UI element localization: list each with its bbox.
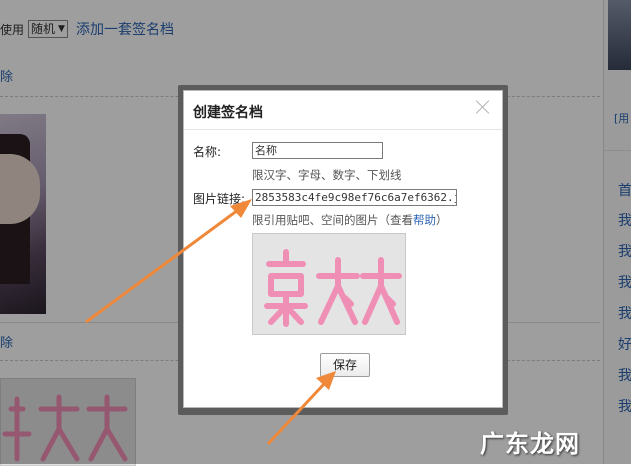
watermark-logo: 广东龙网 [480,430,580,458]
annotation-arrows [85,199,336,446]
arrow-to-save [266,371,336,446]
arrow-to-image-link [85,199,252,324]
